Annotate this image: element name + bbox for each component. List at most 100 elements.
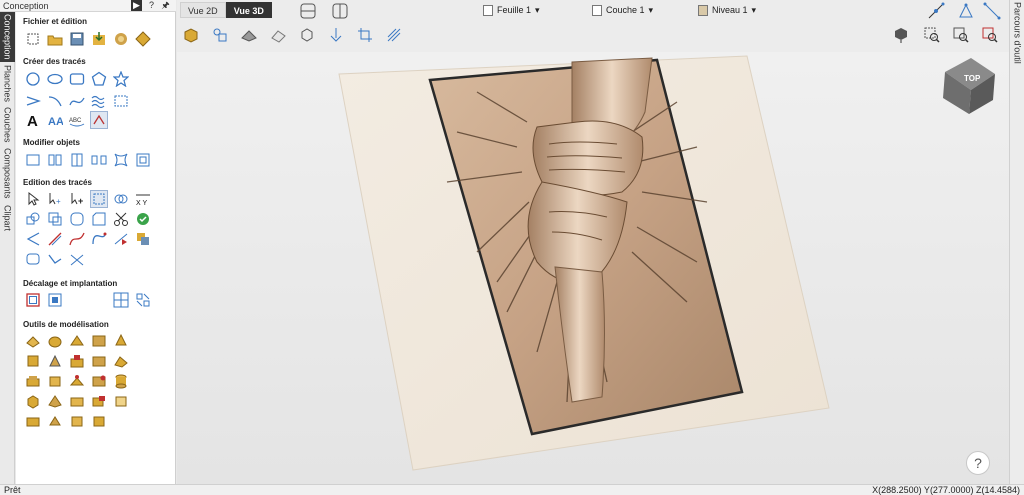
render-icon[interactable]	[267, 24, 289, 46]
sheet-dropdown[interactable]: Feuille 1 ▾	[483, 3, 540, 17]
bake-relief-icon[interactable]	[24, 412, 42, 430]
save-icon[interactable]	[68, 30, 86, 48]
collapse-panel-icon[interactable]: ▶	[131, 0, 142, 11]
measure-xy-icon[interactable]: X Y	[134, 190, 152, 208]
new-file-icon[interactable]	[24, 30, 42, 48]
array-icon[interactable]	[134, 151, 152, 169]
transform-nodes-icon[interactable]	[90, 190, 108, 208]
scissors-icon[interactable]	[112, 210, 130, 228]
view-direction-icon[interactable]	[890, 24, 912, 46]
offset-inside-icon[interactable]	[46, 291, 64, 309]
text-arc-icon[interactable]: ABC	[68, 111, 86, 129]
nesting-abcd-icon[interactable]	[112, 291, 130, 309]
tangent-icon[interactable]	[24, 230, 42, 248]
export-relief-icon[interactable]	[90, 412, 108, 430]
split-vertical-icon[interactable]	[329, 0, 351, 22]
node-edit-icon[interactable]: +	[46, 190, 64, 208]
text-icon[interactable]: A	[24, 111, 42, 129]
fade-icon[interactable]	[68, 372, 86, 390]
bezier-icon[interactable]	[90, 230, 108, 248]
ellipse-icon[interactable]	[46, 70, 64, 88]
polyline-edit-icon[interactable]	[46, 250, 64, 268]
offset-line-icon[interactable]	[46, 230, 64, 248]
dimension-box-icon[interactable]	[112, 92, 130, 110]
fit-curve-icon[interactable]	[112, 230, 130, 248]
smooth-relief-icon[interactable]	[24, 372, 42, 390]
open-folder-icon[interactable]	[46, 30, 64, 48]
tab-toolpaths[interactable]: Parcours d'outil	[1011, 2, 1024, 64]
material-icon[interactable]	[180, 24, 202, 46]
lighting-icon[interactable]	[238, 24, 260, 46]
add-node-icon[interactable]: +	[68, 190, 86, 208]
extrude-icon[interactable]	[68, 332, 86, 350]
tab-conception[interactable]: Conception	[0, 12, 15, 62]
sculpt-icon[interactable]	[46, 372, 64, 390]
add-relief-icon[interactable]	[68, 352, 86, 370]
texture-icon[interactable]	[90, 372, 108, 390]
view-2d-button[interactable]: Vue 2D	[180, 2, 226, 18]
rounded-rect-icon[interactable]	[24, 250, 42, 268]
import-icon[interactable]	[90, 30, 108, 48]
crop-icon[interactable]	[354, 24, 376, 46]
relief-layers-icon[interactable]	[209, 24, 231, 46]
mirror-icon[interactable]	[90, 151, 108, 169]
import-model-icon[interactable]	[112, 30, 130, 48]
circle-icon[interactable]	[24, 70, 42, 88]
tab-clipart[interactable]: Clipart	[0, 202, 15, 234]
align-icon[interactable]	[46, 151, 64, 169]
text-on-curve-icon[interactable]: AA	[46, 111, 64, 129]
measure-icon[interactable]	[981, 0, 1003, 22]
arc-icon[interactable]	[46, 92, 64, 110]
bevel-icon[interactable]	[46, 352, 64, 370]
split-horizontal-icon[interactable]	[297, 0, 319, 22]
cube-icon[interactable]	[24, 392, 42, 410]
zoom-selection-icon[interactable]	[979, 24, 1001, 46]
help-button[interactable]: ?	[966, 451, 990, 475]
origin-icon[interactable]	[325, 24, 347, 46]
move-icon[interactable]	[24, 151, 42, 169]
layer-dropdown[interactable]: Couche 1 ▾	[592, 3, 653, 17]
tab-composants[interactable]: Composants	[0, 146, 15, 200]
hatch-icon[interactable]	[383, 24, 405, 46]
rectangle-icon[interactable]	[68, 70, 86, 88]
pin-icon[interactable]: 🖈	[160, 0, 171, 11]
snap-tool-icon[interactable]	[925, 0, 947, 22]
nesting-icon[interactable]	[134, 291, 152, 309]
view-cube-icon[interactable]	[937, 54, 999, 116]
zoom-fit-icon[interactable]	[950, 24, 972, 46]
polyline-icon[interactable]	[24, 92, 42, 110]
tab-couches[interactable]: Couches	[0, 106, 15, 144]
freeze-icon[interactable]	[68, 412, 86, 430]
ungroup-icon[interactable]	[134, 230, 152, 248]
reset-relief-icon[interactable]	[112, 392, 130, 410]
node-snap-icon[interactable]	[955, 0, 977, 22]
level-dropdown[interactable]: Niveau 1 ▾	[698, 3, 756, 17]
polygon-icon[interactable]	[90, 70, 108, 88]
mold-icon[interactable]	[46, 392, 64, 410]
wave-fill-icon[interactable]	[90, 92, 108, 110]
select-icon[interactable]	[24, 190, 42, 208]
cone-icon[interactable]	[112, 332, 130, 350]
center-icon[interactable]	[68, 151, 86, 169]
help-icon[interactable]: ?	[146, 0, 157, 11]
box-view-icon[interactable]	[296, 24, 318, 46]
curve-icon[interactable]	[68, 92, 86, 110]
slice-icon[interactable]	[68, 392, 86, 410]
bitmap-trace-icon[interactable]	[90, 111, 108, 129]
spin-icon[interactable]	[24, 352, 42, 370]
transform-icon[interactable]	[134, 30, 152, 48]
trim-icon[interactable]	[46, 210, 64, 228]
shape-editor-icon[interactable]	[24, 332, 42, 350]
3d-viewport[interactable]: TOP ?	[177, 52, 1009, 484]
tilt-icon[interactable]	[90, 392, 108, 410]
dome-icon[interactable]	[46, 332, 64, 350]
validate-icon[interactable]	[134, 210, 152, 228]
star-icon[interactable]	[112, 70, 130, 88]
two-rail-sweep-icon[interactable]	[90, 332, 108, 350]
distort-icon[interactable]	[112, 151, 130, 169]
fillet-icon[interactable]	[68, 210, 86, 228]
view-3d-button[interactable]: Vue 3D	[225, 2, 272, 18]
zoom-region-icon[interactable]	[921, 24, 943, 46]
tab-planches[interactable]: Planches	[0, 64, 15, 104]
smooth-curve-icon[interactable]	[68, 230, 86, 248]
